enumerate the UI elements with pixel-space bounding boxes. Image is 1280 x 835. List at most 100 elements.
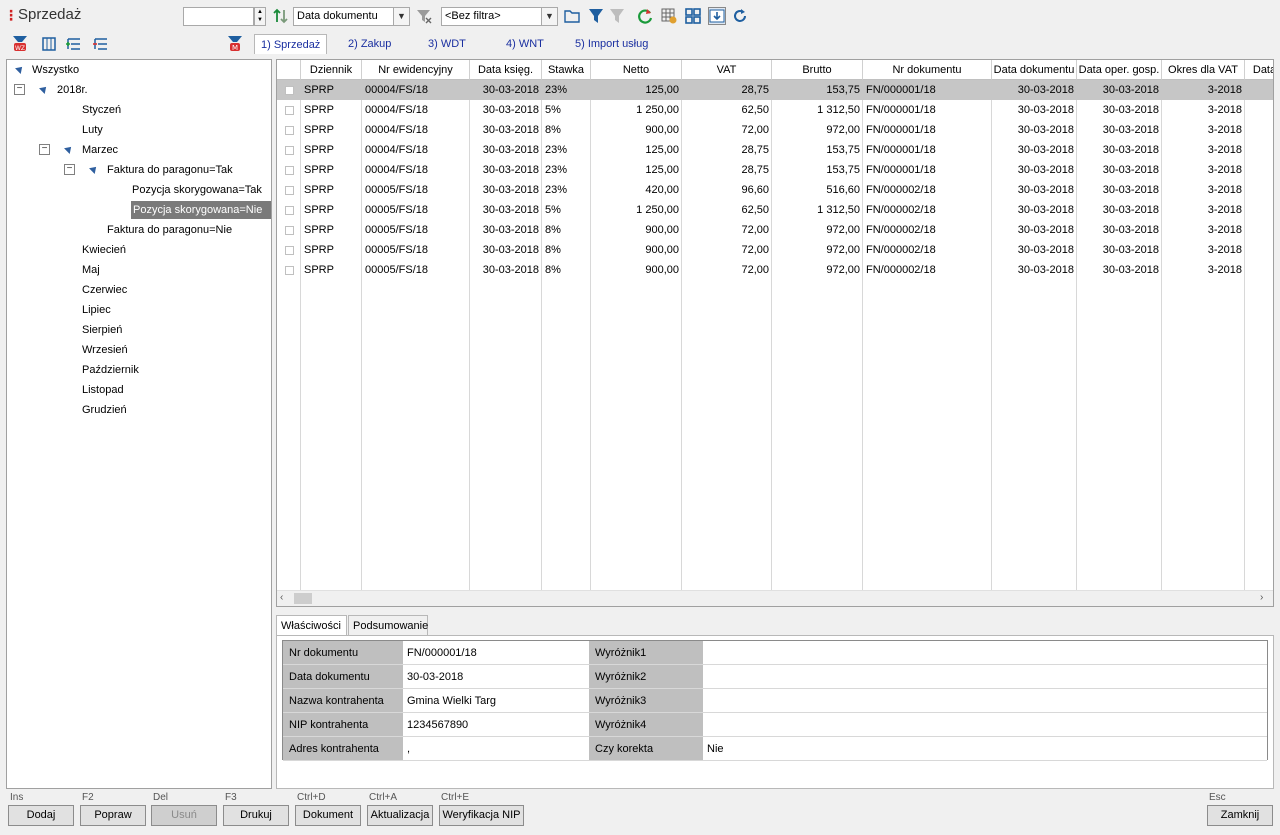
column-header[interactable]: Dziennik (301, 60, 362, 80)
button-drukuj[interactable]: Drukuj (223, 805, 289, 826)
chevron-right-icon[interactable]: › (1260, 592, 1263, 603)
filter-select[interactable]: <Bez filtra> (441, 7, 542, 26)
column-header[interactable]: Data (1245, 60, 1273, 80)
table-row[interactable]: SPRP 00004/FS/18 30-03-2018 8% 900,00 72,00 97… (277, 120, 1273, 140)
button-weryfikacja-nip[interactable]: Weryfikacja NIP (439, 805, 524, 826)
table-row[interactable]: SPRP 00005/FS/18 30-03-2018 8% 900,00 72,00 97… (277, 260, 1273, 280)
row-checkbox[interactable] (285, 166, 294, 175)
button-dokument[interactable]: Dokument (295, 805, 361, 826)
collapse-tree-icon[interactable] (92, 35, 110, 53)
column-header[interactable]: Data oper. gosp. (1077, 60, 1162, 80)
tree-node-month[interactable]: Wrzesień (82, 341, 128, 359)
tree-node-month[interactable]: Marzec (82, 141, 118, 159)
tree-node-faktura-nie[interactable]: Faktura do paragonu=Nie (107, 221, 232, 239)
tiles-icon[interactable] (684, 7, 702, 25)
column-header[interactable]: Okres dla VAT (1162, 60, 1245, 80)
column-header[interactable]: Stawka (542, 60, 591, 80)
button-zamknij[interactable]: Zamknij (1207, 805, 1273, 826)
filter-outline-icon[interactable] (608, 7, 626, 25)
column-header[interactable]: Data dokumentu (992, 60, 1077, 80)
chevron-down-icon[interactable]: ▼ (542, 7, 558, 26)
tab-wlasciwosci[interactable]: Właściwości (276, 615, 347, 636)
scrollbar-thumb[interactable] (294, 593, 312, 604)
tree-node-month[interactable]: Luty (82, 121, 103, 139)
chevron-down-icon[interactable]: ▼ (394, 7, 410, 26)
tree-node-pozycja-nie[interactable]: Pozycja skorygowana=Nie (131, 201, 271, 219)
button-popraw[interactable]: Popraw (80, 805, 146, 826)
tab-wnt[interactable]: 4) WNT (500, 34, 550, 54)
table-row[interactable]: SPRP 00005/FS/18 30-03-2018 8% 900,00 72,00 97… (277, 240, 1273, 260)
tab-import-uslug[interactable]: 5) Import usług (569, 34, 654, 54)
tab-zakup[interactable]: 2) Zakup (342, 34, 397, 54)
grid-settings-icon[interactable] (660, 7, 678, 25)
button-dodaj[interactable]: Dodaj (8, 805, 74, 826)
horizontal-scrollbar[interactable]: ‹ › (277, 590, 1273, 606)
row-checkbox[interactable] (285, 226, 294, 235)
tree-node-month[interactable]: Czerwiec (82, 281, 127, 299)
table-row[interactable]: SPRP 00004/FS/18 30-03-2018 23% 125,00 28,75 1… (277, 140, 1273, 160)
row-checkbox[interactable] (285, 246, 294, 255)
expand-tree-icon[interactable] (65, 35, 83, 53)
table-row[interactable]: SPRP 00005/FS/18 30-03-2018 8% 900,00 72,00 97… (277, 220, 1273, 240)
spin-stepper[interactable]: ▲ ▼ (254, 7, 266, 26)
column-header[interactable]: Nr ewidencyjny (362, 60, 470, 80)
row-checkbox[interactable] (285, 206, 294, 215)
folder-icon[interactable] (563, 7, 581, 25)
tab-podsumowanie[interactable]: Podsumowanie (348, 615, 428, 636)
tree-node-year[interactable]: 2018r. (57, 81, 88, 99)
reload-icon[interactable] (731, 7, 749, 25)
tab-wdt[interactable]: 3) WDT (422, 34, 472, 54)
table-cell: 900,00 (645, 264, 679, 276)
column-header[interactable]: Nr dokumentu (863, 60, 992, 80)
tree-node-month[interactable]: Kwiecień (82, 241, 126, 259)
tab-sprzedaz[interactable]: 1) Sprzedaż (254, 34, 328, 54)
sort-field-select[interactable]: Data dokumentu (293, 7, 394, 26)
tree-node-month[interactable]: Lipiec (82, 301, 111, 319)
button-usuń[interactable]: Usuń (151, 805, 217, 826)
button-aktualizacja[interactable]: Aktualizacja (367, 805, 433, 826)
tree-node-month[interactable]: Sierpień (82, 321, 122, 339)
tree-expanded-icon[interactable] (64, 144, 74, 154)
row-checkbox[interactable] (285, 266, 294, 275)
collapse-icon[interactable]: − (64, 164, 75, 175)
tree-node-faktura-tak[interactable]: Faktura do paragonu=Tak (107, 161, 233, 179)
refresh-icon[interactable] (636, 7, 654, 25)
row-checkbox[interactable] (285, 86, 294, 95)
clear-filter-icon[interactable] (415, 7, 433, 25)
sort-direction-icon[interactable] (272, 7, 290, 25)
menu-dots-icon[interactable]: ⋮ (4, 6, 18, 24)
m-filter-icon[interactable]: M (226, 35, 244, 53)
table-row[interactable]: SPRP 00005/FS/18 30-03-2018 23% 420,00 96,60 5… (277, 180, 1273, 200)
tree-expanded-icon[interactable] (39, 84, 49, 94)
table-row[interactable]: SPRP 00005/FS/18 30-03-2018 5% 1 250,00 62,50… (277, 200, 1273, 220)
table-row[interactable]: SPRP 00004/FS/18 30-03-2018 5% 1 250,00 62,50… (277, 100, 1273, 120)
column-header[interactable]: Brutto (772, 60, 863, 80)
table-row[interactable]: SPRP 00004/FS/18 30-03-2018 23% 125,00 28,75 1… (277, 80, 1273, 100)
tree-expanded-icon[interactable] (15, 64, 25, 74)
tree-node-pozycja-tak[interactable]: Pozycja skorygowana=Tak (132, 181, 262, 199)
tree-node-month[interactable]: Maj (82, 261, 100, 279)
wz-filter-icon[interactable]: WZ (11, 35, 29, 53)
column-header[interactable]: Data księg. (470, 60, 542, 80)
column-header[interactable]: VAT (682, 60, 772, 80)
table-row[interactable]: SPRP 00004/FS/18 30-03-2018 23% 125,00 28,75 1… (277, 160, 1273, 180)
tree-expanded-icon[interactable] (89, 164, 99, 174)
tree-node-month[interactable]: Grudzień (82, 401, 127, 419)
chevron-left-icon[interactable]: ‹ (280, 592, 283, 603)
numeric-input[interactable] (183, 7, 254, 26)
collapse-icon[interactable]: − (39, 144, 50, 155)
row-checkbox[interactable] (285, 146, 294, 155)
tree-node-month[interactable]: Październik (82, 361, 139, 379)
collapse-icon[interactable]: − (14, 84, 25, 95)
tree-node-month[interactable]: Styczeń (82, 101, 121, 119)
columns-icon[interactable] (40, 35, 58, 53)
tree-node-all[interactable]: Wszystko (32, 61, 79, 79)
column-header[interactable]: Netto (591, 60, 682, 80)
row-checkbox[interactable] (285, 126, 294, 135)
filter-icon[interactable] (587, 7, 605, 25)
row-checkbox[interactable] (285, 106, 294, 115)
export-icon[interactable] (708, 7, 726, 25)
column-header-select[interactable] (277, 60, 301, 80)
row-checkbox[interactable] (285, 186, 294, 195)
tree-node-month[interactable]: Listopad (82, 381, 124, 399)
